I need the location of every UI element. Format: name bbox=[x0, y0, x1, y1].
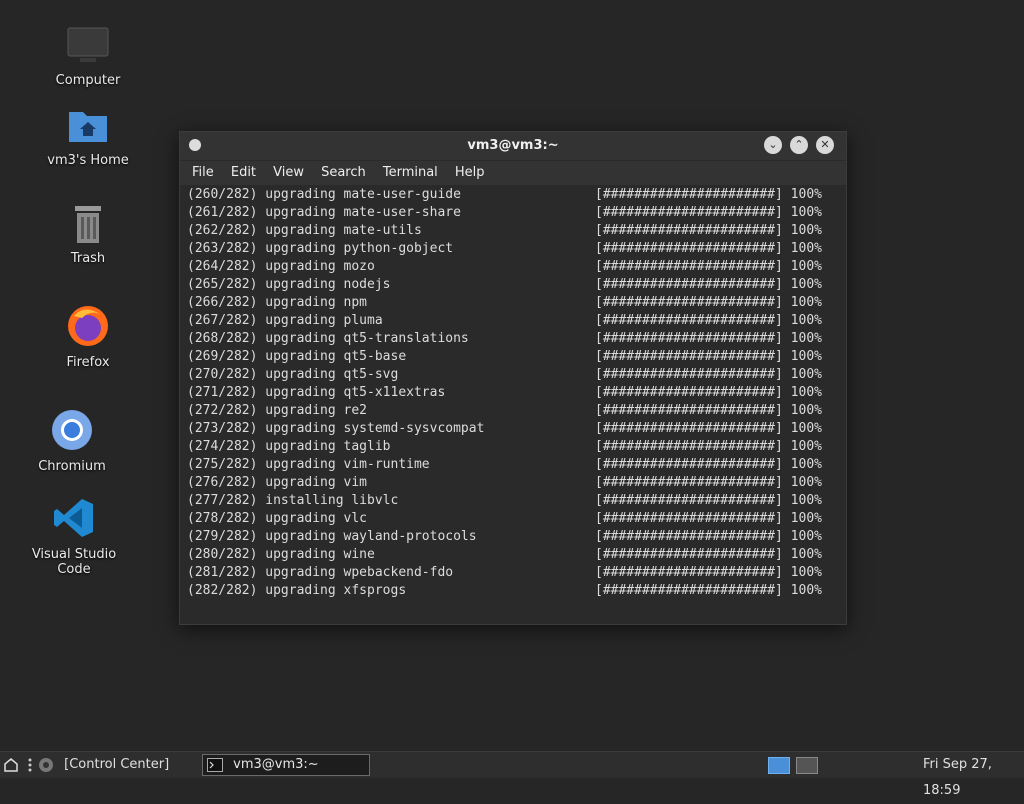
menu-view[interactable]: View bbox=[267, 161, 310, 180]
menu-edit[interactable]: Edit bbox=[225, 161, 262, 180]
terminal-line: (273/282) upgrading systemd-sysvcompat [#… bbox=[187, 421, 822, 436]
terminal-line: (270/282) upgrading qt5-svg [############… bbox=[187, 367, 822, 382]
terminal-line: (262/282) upgrading mate-utils [#########… bbox=[187, 223, 822, 238]
desktop-icon-vscode[interactable]: Visual Studio Code bbox=[14, 496, 134, 578]
desktop-icon-label: Chromium bbox=[38, 459, 106, 474]
desktop-icon-label: Visual Studio Code bbox=[31, 547, 117, 577]
terminal-line: (260/282) upgrading mate-user-guide [####… bbox=[187, 187, 822, 202]
terminal-line: (267/282) upgrading pluma [##############… bbox=[187, 313, 822, 328]
control-center-launcher[interactable]: [Control Center] bbox=[38, 752, 169, 778]
desktop-icon-home[interactable]: vm3's Home bbox=[28, 106, 148, 169]
terminal-line: (272/282) upgrading re2 [################… bbox=[187, 403, 822, 418]
desktop-icon-label: Trash bbox=[70, 251, 106, 266]
terminal-line: (271/282) upgrading qt5-x11extras [######… bbox=[187, 385, 822, 400]
chromium-icon bbox=[52, 410, 92, 450]
terminal-line: (274/282) upgrading taglib [#############… bbox=[187, 439, 822, 454]
terminal-line: (279/282) upgrading wayland-protocols [##… bbox=[187, 529, 822, 544]
menu-terminal[interactable]: Terminal bbox=[377, 161, 444, 180]
minimize-button[interactable]: ⌄ bbox=[764, 136, 782, 154]
task-label: vm3@vm3:~ bbox=[233, 757, 319, 772]
terminal-line: (277/282) installing libvlc [############… bbox=[187, 493, 822, 508]
desktop-icon-computer[interactable]: Computer bbox=[28, 26, 148, 89]
terminal-line: (280/282) upgrading wine [###############… bbox=[187, 547, 822, 562]
menu-help[interactable]: Help bbox=[449, 161, 491, 180]
desktop-icon-label: Firefox bbox=[66, 355, 110, 370]
terminal-line: (276/282) upgrading vim [################… bbox=[187, 475, 822, 490]
menubar: File Edit View Search Terminal Help bbox=[180, 161, 846, 185]
desktop-icon-chromium[interactable]: Chromium bbox=[12, 408, 132, 475]
menu-file[interactable]: File bbox=[186, 161, 220, 180]
firefox-icon bbox=[68, 306, 108, 346]
close-button[interactable]: ✕ bbox=[816, 136, 834, 154]
terminal-line: (281/282) upgrading wpebackend-fdo [#####… bbox=[187, 565, 822, 580]
terminal-line: (282/282) upgrading xfsprogs [###########… bbox=[187, 583, 822, 598]
terminal-line: (268/282) upgrading qt5-translations [###… bbox=[187, 331, 822, 346]
control-center-icon bbox=[39, 757, 53, 772]
vscode-icon bbox=[54, 499, 93, 537]
terminal-line: (275/282) upgrading vim-runtime [########… bbox=[187, 457, 822, 472]
home-folder-icon bbox=[69, 112, 107, 142]
terminal-line: (264/282) upgrading mozo [###############… bbox=[187, 259, 822, 274]
terminal-window: vm3@vm3:~ ⌄ ⌃ ✕ File Edit View Search Te… bbox=[179, 131, 847, 625]
desktop-icon-label: Computer bbox=[55, 73, 121, 88]
terminal-line: (266/282) upgrading npm [################… bbox=[187, 295, 822, 310]
apps-menu-icon[interactable] bbox=[4, 752, 18, 778]
computer-icon bbox=[67, 27, 109, 62]
control-center-label: [Control Center] bbox=[64, 757, 170, 772]
terminal-line: (265/282) upgrading nodejs [#############… bbox=[187, 277, 822, 292]
menu-search[interactable]: Search bbox=[315, 161, 372, 180]
workspace-1[interactable] bbox=[768, 757, 790, 774]
workspace-2[interactable] bbox=[796, 757, 818, 774]
terminal-line: (278/282) upgrading vlc [################… bbox=[187, 511, 822, 526]
terminal-line: (269/282) upgrading qt5-base [###########… bbox=[187, 349, 822, 364]
terminal-output[interactable]: (260/282) upgrading mate-user-guide [####… bbox=[180, 185, 846, 624]
desktop-icon-firefox[interactable]: Firefox bbox=[28, 304, 148, 371]
handle-icon bbox=[28, 752, 32, 778]
trash-icon bbox=[75, 206, 101, 243]
window-title: vm3@vm3:~ bbox=[467, 138, 559, 153]
clock[interactable]: Fri Sep 27, 18:59 bbox=[923, 752, 1024, 798]
terminal-line: (261/282) upgrading mate-user-share [####… bbox=[187, 205, 822, 220]
terminal-icon bbox=[207, 757, 223, 772]
maximize-button[interactable]: ⌃ bbox=[790, 136, 808, 154]
taskbar: [Control Center] vm3@vm3:~ Fri Sep 27, 1… bbox=[0, 751, 1024, 798]
task-terminal[interactable]: vm3@vm3:~ bbox=[202, 754, 370, 776]
window-titlebar[interactable]: vm3@vm3:~ ⌄ ⌃ ✕ bbox=[180, 132, 846, 161]
desktop-icon-label: vm3's Home bbox=[47, 153, 129, 168]
terminal-line: (263/282) upgrading python-gobject [#####… bbox=[187, 241, 822, 256]
desktop-icon-trash[interactable]: Trash bbox=[28, 204, 148, 267]
